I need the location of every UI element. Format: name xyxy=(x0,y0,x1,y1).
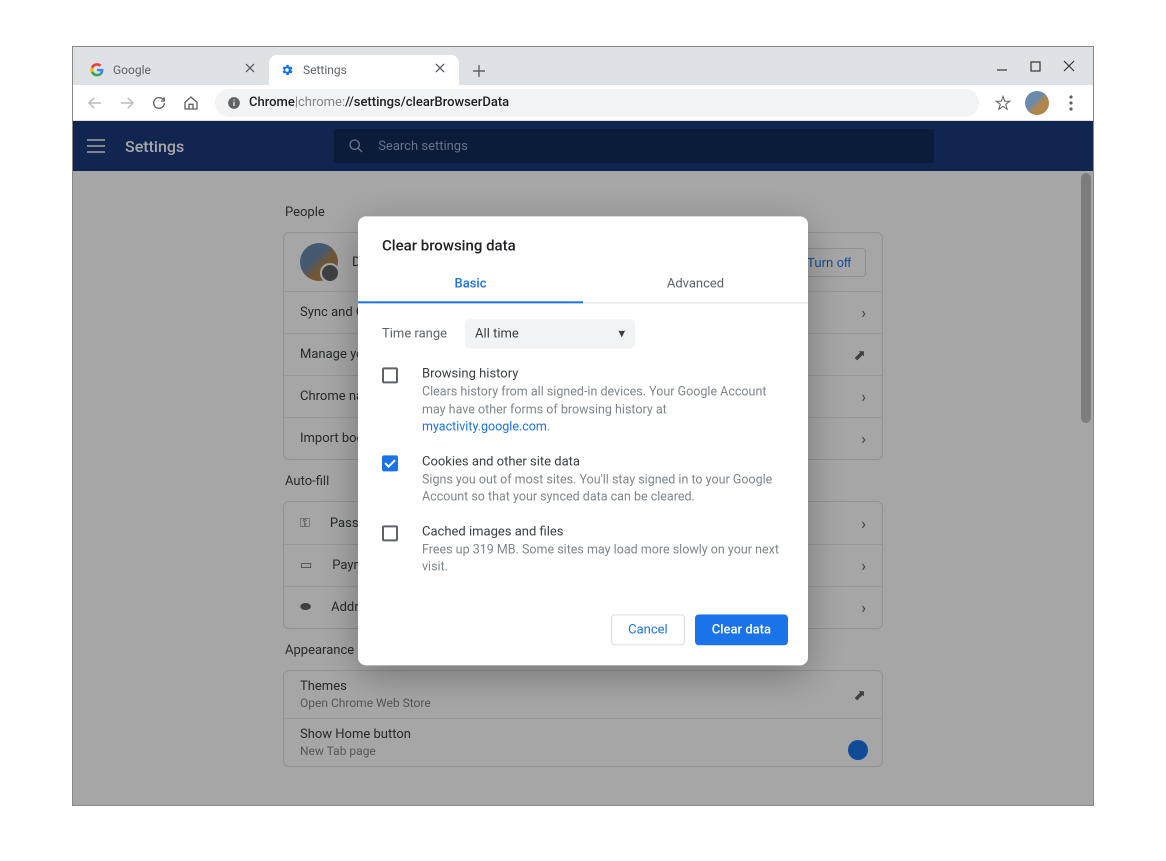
tab-google[interactable]: Google xyxy=(79,55,269,85)
bookmark-button[interactable] xyxy=(989,89,1017,117)
dialog-title: Clear browsing data xyxy=(358,216,808,266)
cancel-button[interactable]: Cancel xyxy=(611,614,685,645)
site-info-icon xyxy=(227,96,241,110)
menu-button[interactable] xyxy=(1057,89,1085,117)
chevron-down-icon: ▾ xyxy=(619,326,626,341)
maximize-button[interactable] xyxy=(1030,61,1041,72)
back-button[interactable] xyxy=(81,89,109,117)
clear-browsing-data-dialog: Clear browsing data Basic Advanced Time … xyxy=(358,216,808,665)
tab-label: Google xyxy=(113,63,239,77)
time-range-label: Time range xyxy=(382,326,447,341)
checkbox-cookies[interactable] xyxy=(382,455,398,471)
checkbox-cache[interactable] xyxy=(382,525,398,541)
address-bar[interactable]: Chrome | chrome: //settings/clearBrowser… xyxy=(215,89,979,117)
url-prefix: chrome: xyxy=(298,95,345,110)
close-icon[interactable] xyxy=(245,63,259,77)
tab-basic[interactable]: Basic xyxy=(358,266,583,303)
opt-title: Browsing history xyxy=(422,366,784,381)
google-favicon-icon xyxy=(89,62,105,78)
tab-advanced[interactable]: Advanced xyxy=(583,266,808,303)
forward-button[interactable] xyxy=(113,89,141,117)
profile-avatar[interactable] xyxy=(1025,91,1049,115)
opt-title: Cookies and other site data xyxy=(422,454,784,469)
tab-strip: Google Settings xyxy=(73,47,1093,85)
tab-label: Settings xyxy=(303,63,429,77)
close-window-button[interactable] xyxy=(1063,60,1075,72)
checkbox-browsing-history[interactable] xyxy=(382,367,398,383)
settings-favicon-icon xyxy=(279,62,295,78)
myactivity-link[interactable]: myactivity.google.com xyxy=(422,419,547,434)
opt-title: Cached images and files xyxy=(422,524,784,539)
url-path: //settings/clearBrowserData xyxy=(345,95,509,110)
opt-desc: Signs you out of most sites. You'll stay… xyxy=(422,471,784,506)
home-button[interactable] xyxy=(177,89,205,117)
url-scheme: Chrome xyxy=(249,95,295,110)
clear-data-button[interactable]: Clear data xyxy=(695,614,788,645)
tab-settings[interactable]: Settings xyxy=(269,55,459,85)
toolbar: Chrome | chrome: //settings/clearBrowser… xyxy=(73,85,1093,121)
opt-desc: Clears history from all signed-in device… xyxy=(422,383,784,436)
new-tab-button[interactable] xyxy=(465,57,493,85)
minimize-button[interactable] xyxy=(996,60,1008,72)
close-icon[interactable] xyxy=(435,63,449,77)
time-range-select[interactable]: All time ▾ xyxy=(465,319,635,348)
reload-button[interactable] xyxy=(145,89,173,117)
opt-desc: Frees up 319 MB. Some sites may load mor… xyxy=(422,541,784,576)
